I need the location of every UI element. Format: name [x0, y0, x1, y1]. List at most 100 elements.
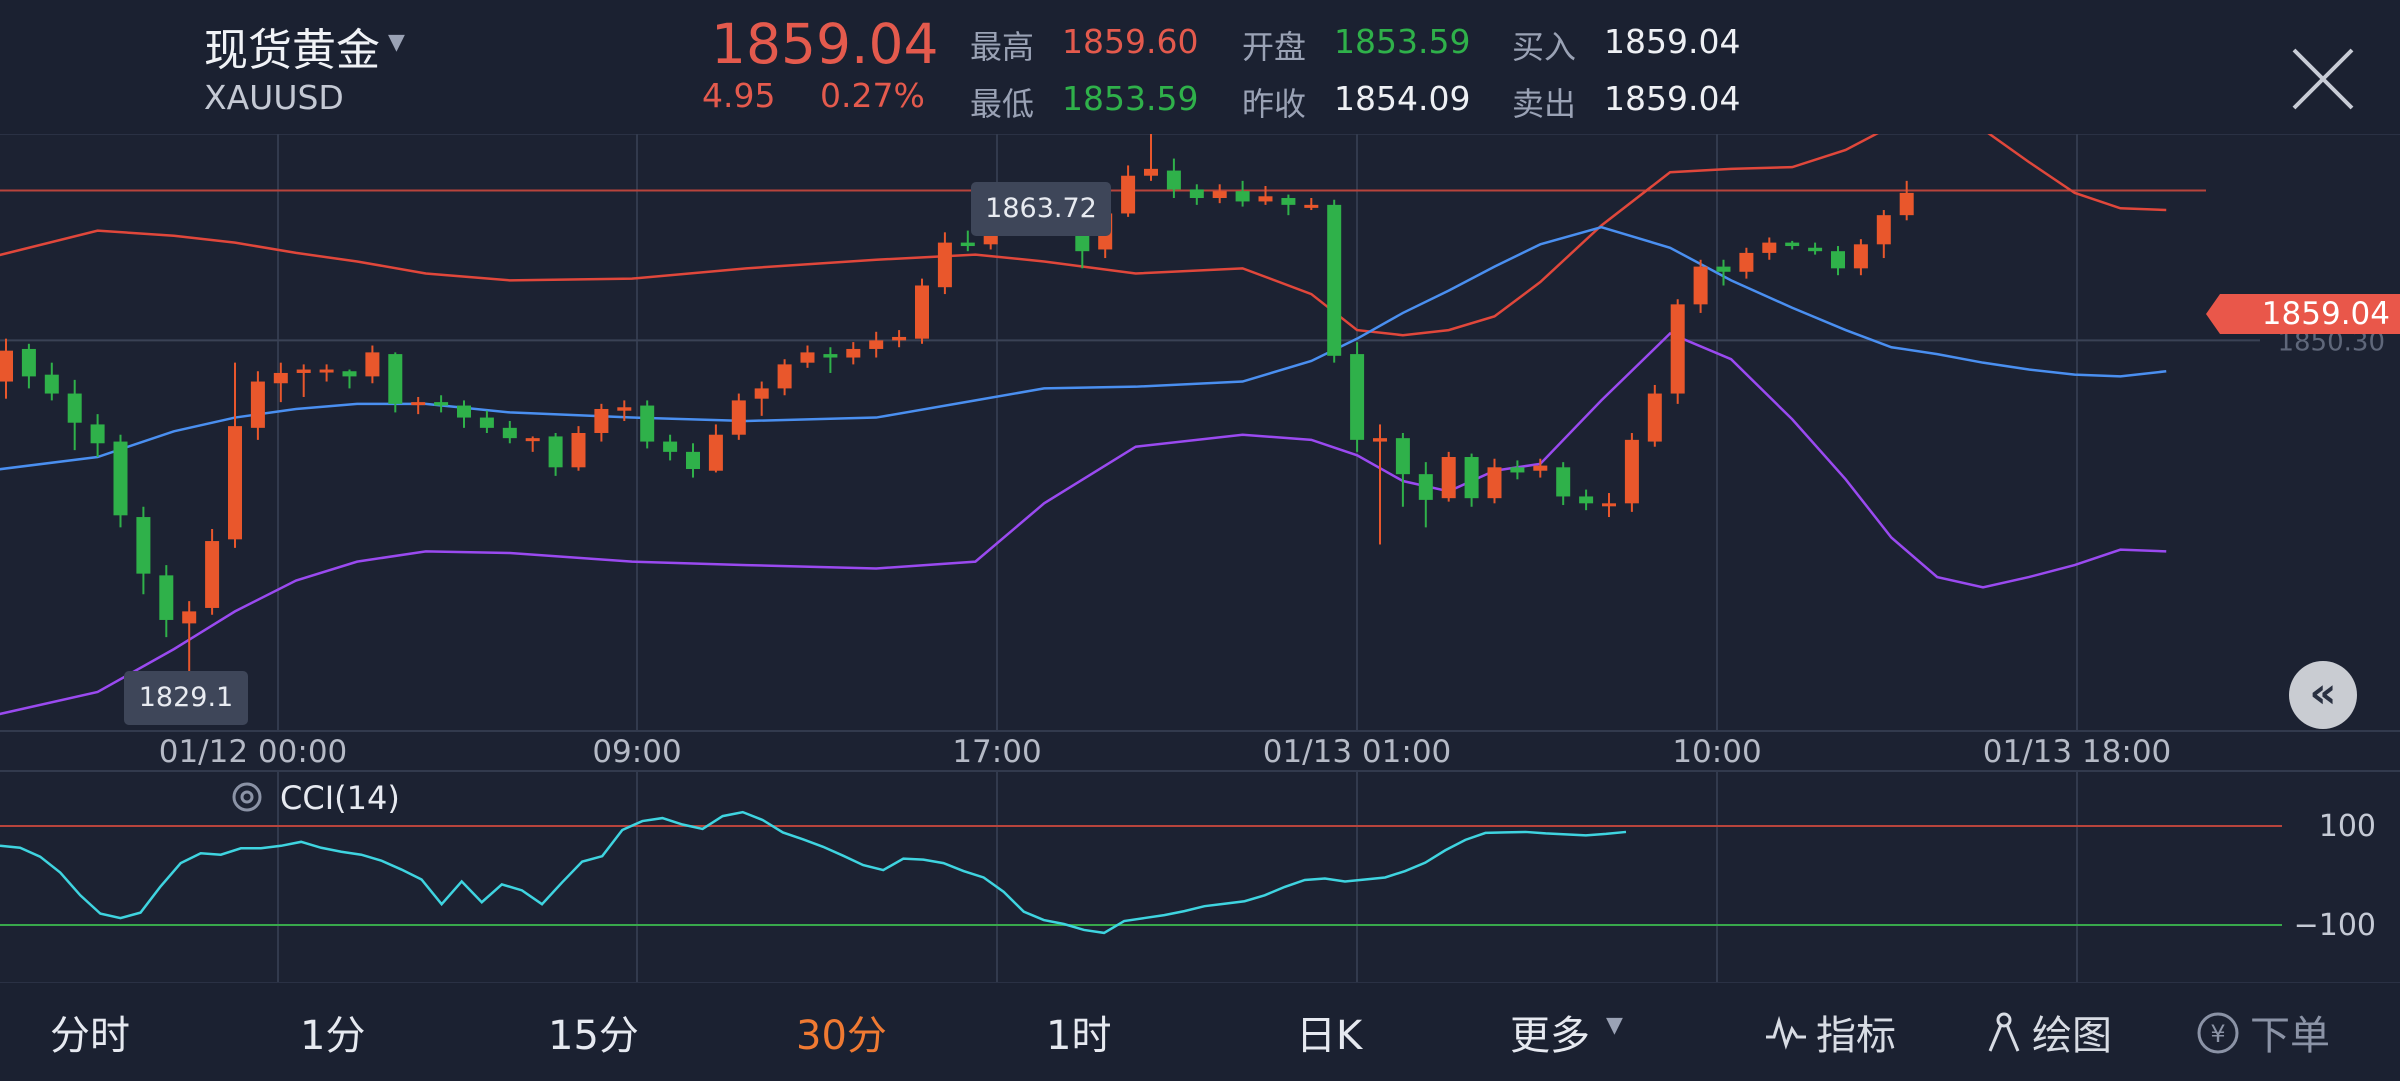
- candle: [44, 362, 59, 401]
- candle: [708, 424, 723, 473]
- candle: [273, 362, 288, 403]
- candle-body: [1853, 244, 1868, 269]
- candle: [1876, 210, 1891, 259]
- svg-text:¥: ¥: [2210, 1020, 2225, 1048]
- cci-series-line: [0, 810, 1627, 935]
- more-dropdown-icon[interactable]: ▼: [1606, 1013, 1623, 1038]
- candle-body: [1281, 198, 1296, 205]
- cci-settings-icon[interactable]: [232, 782, 262, 812]
- candle: [1579, 489, 1594, 511]
- candle-body: [1350, 354, 1365, 440]
- candle-body: [90, 424, 105, 444]
- candle-body: [0, 350, 13, 382]
- candle-body: [1693, 266, 1708, 305]
- cci-indicator-chart[interactable]: CCI(14) 100 −100: [0, 770, 2400, 982]
- candle-body: [1808, 247, 1823, 252]
- candle: [1487, 458, 1502, 504]
- candle: [1670, 299, 1685, 404]
- timeframe-tab-1m[interactable]: 1分: [300, 1003, 365, 1061]
- candle-body: [250, 381, 265, 428]
- timeframe-tab-15m[interactable]: 15分: [548, 1003, 639, 1061]
- candle: [1533, 458, 1548, 478]
- candle-body: [457, 405, 471, 418]
- candle: [937, 232, 952, 295]
- candle: [1418, 462, 1433, 528]
- draw-button[interactable]: 绘图: [2032, 1003, 2112, 1061]
- candle-body: [708, 434, 723, 471]
- instrument-dropdown-icon[interactable]: ▼: [388, 30, 405, 55]
- candle: [594, 403, 609, 442]
- candle: [1556, 462, 1571, 506]
- candle-body: [892, 336, 907, 341]
- candle: [1510, 460, 1525, 480]
- candle: [388, 352, 403, 413]
- candle-body: [800, 352, 815, 363]
- candle-body: [571, 432, 586, 468]
- timeframe-tab-more[interactable]: 更多: [1510, 1003, 1590, 1061]
- candle-body: [1831, 251, 1845, 269]
- candlestick-chart[interactable]: 1850.30 01/12 00:00 09:00 17:00 01/13 01:00…: [0, 134, 2400, 770]
- candle: [1762, 237, 1777, 260]
- candle: [1739, 247, 1754, 279]
- candle-body: [1418, 474, 1433, 500]
- candle: [67, 379, 82, 451]
- candle-body: [1670, 304, 1685, 394]
- order-icon[interactable]: ¥: [2196, 1011, 2240, 1055]
- candle: [136, 506, 151, 595]
- stat-label-prev-close: 昨收: [1242, 85, 1307, 123]
- timeframe-tab-1h[interactable]: 1时: [1046, 1003, 1111, 1061]
- candle-body: [960, 242, 975, 247]
- indicator-button[interactable]: 指标: [1816, 1003, 1896, 1061]
- candle: [1808, 242, 1823, 255]
- candle-body: [1144, 168, 1158, 176]
- candle-body: [342, 371, 357, 377]
- candle-body: [686, 451, 700, 470]
- candle: [571, 426, 586, 471]
- collapse-chart-button[interactable]: «: [2289, 661, 2357, 729]
- candle: [869, 331, 884, 358]
- candle: [1602, 493, 1616, 518]
- candle: [457, 400, 471, 428]
- candle: [1166, 158, 1181, 199]
- candle: [1464, 453, 1479, 507]
- timeframe-tab-30m[interactable]: 30分: [796, 1003, 887, 1061]
- candle: [113, 434, 128, 528]
- candle: [1281, 194, 1296, 216]
- stat-label-high: 最高: [970, 28, 1035, 66]
- candle: [1395, 432, 1410, 507]
- stat-value-high: 1859.60: [1062, 22, 1199, 61]
- candle: [548, 432, 563, 476]
- candle-body: [434, 402, 449, 406]
- candle-body: [663, 441, 678, 452]
- candle-body: [273, 372, 288, 384]
- order-button[interactable]: 下单: [2250, 1003, 2330, 1061]
- candle: [1899, 180, 1914, 221]
- time-label: 09:00: [592, 734, 681, 770]
- candle-body: [388, 354, 403, 404]
- candle: [296, 364, 311, 397]
- cci-level-upper: 100: [2319, 809, 2376, 844]
- candle: [777, 359, 792, 396]
- draw-icon[interactable]: [1984, 1011, 2024, 1055]
- candle-body: [1510, 467, 1525, 473]
- candle-body: [846, 348, 861, 358]
- stat-label-bid: 买入: [1512, 28, 1577, 66]
- timeframe-tab-tick[interactable]: 分时: [50, 1003, 130, 1061]
- candle: [365, 345, 380, 384]
- timeframe-tab-daily[interactable]: 日K: [1296, 1003, 1362, 1061]
- candle-body: [1785, 242, 1800, 247]
- candle-body: [1739, 252, 1754, 272]
- candle-body: [1579, 496, 1594, 504]
- candle: [1121, 165, 1136, 217]
- stat-value-ask: 1859.04: [1604, 79, 1741, 118]
- candle-body: [502, 427, 517, 439]
- close-icon[interactable]: [2288, 44, 2358, 114]
- time-label: 17:00: [952, 734, 1041, 770]
- candle: [1235, 180, 1250, 207]
- candles: [0, 134, 1914, 704]
- lower-band: [0, 332, 2167, 716]
- instrument-name[interactable]: 现货黄金: [204, 14, 380, 78]
- indicator-icon[interactable]: [1764, 1015, 1808, 1051]
- candle-body: [548, 436, 563, 468]
- candle-body: [365, 352, 380, 377]
